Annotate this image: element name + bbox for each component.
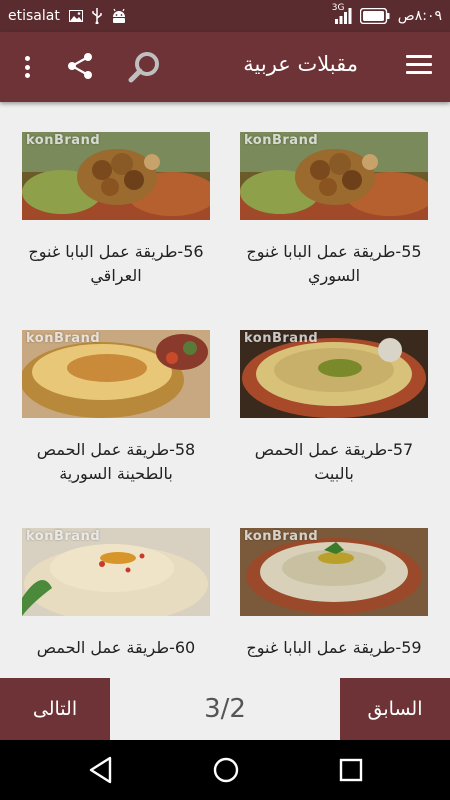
clock: ٨:٠٩ص [397, 8, 442, 24]
carrier-name: etisalat [8, 8, 60, 24]
previous-button[interactable]: السابق [340, 678, 450, 740]
image-icon [68, 10, 83, 22]
back-icon[interactable] [88, 756, 114, 788]
watermark: konBrand [244, 529, 319, 544]
usb-icon [92, 8, 102, 24]
search-icon[interactable] [128, 50, 162, 88]
home-icon[interactable] [212, 756, 240, 788]
battery-icon [359, 8, 390, 24]
signal-icon: 3G [332, 3, 352, 24]
recipe-title: 58-طريقة عمل الحمص بالطحينة السورية [36, 440, 196, 483]
menu-icon[interactable] [406, 55, 432, 77]
android-debug-icon [111, 8, 127, 24]
more-vert-icon[interactable] [18, 54, 36, 80]
app-bar: مقبلات عربية [0, 32, 450, 102]
watermark: konBrand [26, 133, 101, 148]
recipe-card[interactable]: konBrand 58-طريقة عمل الحمص بالطحينة الس… [22, 330, 210, 486]
recipe-card[interactable]: konBrand 60-طريقة عمل الحمص [22, 528, 210, 660]
recipe-title: 56-طريقة عمل البابا غنوج العراقي [28, 242, 204, 285]
recipe-grid: konBrand 55-طريقة عمل البابا غنوج السوري… [0, 102, 450, 678]
status-bar: etisalat 3G ٨:٠٩ص [0, 0, 450, 32]
walnut-dip-photo: konBrand [22, 132, 210, 220]
baba-ghanoush-photo: konBrand [240, 528, 428, 616]
watermark: konBrand [26, 331, 101, 346]
hummus-plate-photo: konBrand [240, 330, 428, 418]
watermark: konBrand [244, 133, 319, 148]
status-right: 3G ٨:٠٩ص [332, 3, 442, 24]
page-indicator: 3/2 [204, 694, 246, 724]
watermark: konBrand [26, 529, 101, 544]
pager: التالى 3/2 السابق [0, 678, 450, 740]
recipe-title: 60-طريقة عمل الحمص [36, 638, 196, 657]
hummus-tahini-photo: konBrand [22, 330, 210, 418]
next-button[interactable]: التالى [0, 678, 110, 740]
network-type: 3G [331, 3, 345, 13]
share-icon[interactable] [66, 52, 94, 84]
recents-icon[interactable] [338, 756, 364, 788]
status-left: etisalat [8, 8, 127, 24]
hummus-paprika-photo: konBrand [22, 528, 210, 616]
navigation-bar [0, 740, 450, 800]
recipe-title: 55-طريقة عمل البابا غنوج السوري [246, 242, 422, 285]
watermark: konBrand [244, 331, 319, 346]
recipe-card[interactable]: konBrand 59-طريقة عمل البابا غنوج [240, 528, 428, 660]
recipe-card[interactable]: konBrand 55-طريقة عمل البابا غنوج السوري [240, 132, 428, 288]
recipe-title: 57-طريقة عمل الحمص بالبيت [254, 440, 414, 483]
recipe-card[interactable]: konBrand 56-طريقة عمل البابا غنوج العراق… [22, 132, 210, 288]
recipe-card[interactable]: konBrand 57-طريقة عمل الحمص بالبيت [240, 330, 428, 486]
recipe-title: 59-طريقة عمل البابا غنوج [246, 638, 422, 657]
walnut-dip-photo: konBrand [240, 132, 428, 220]
page-title: مقبلات عربية [243, 52, 358, 76]
